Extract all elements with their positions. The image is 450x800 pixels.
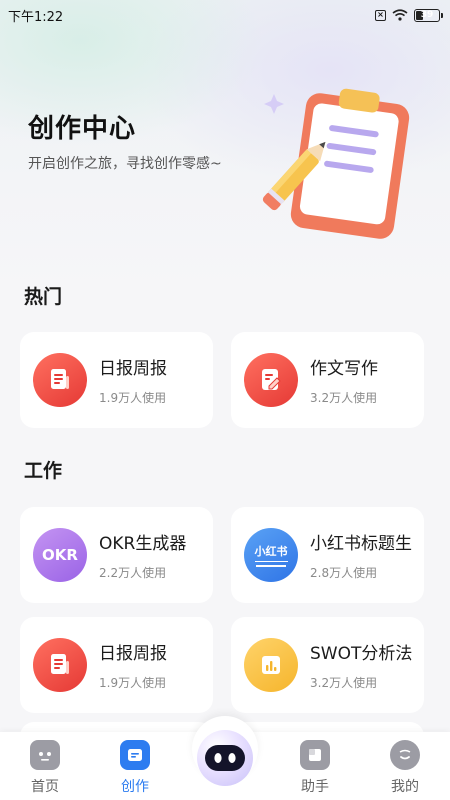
tool-name: 小红书标题生 — [310, 534, 412, 554]
tool-card-essay-writing[interactable]: 作文写作 3.2万人使用 — [231, 332, 424, 428]
tool-name: 日报周报 — [99, 644, 167, 664]
battery-level: 39 — [420, 10, 434, 20]
tab-label: 我的 — [391, 779, 419, 795]
xiaohongshu-icon-underline — [256, 565, 286, 567]
page-subtitle: 开启创作之旅，寻找创作零感~ — [28, 156, 222, 172]
tool-usage: 2.2万人使用 — [99, 566, 167, 580]
xiaohongshu-icon-text: 小红书 — [254, 543, 288, 563]
assistant-icon — [300, 740, 330, 770]
status-time: 下午1:22 — [8, 9, 64, 25]
clipboard-pencil-illustration — [262, 88, 410, 239]
document-icon — [33, 353, 87, 407]
tool-usage: 1.9万人使用 — [99, 391, 167, 405]
tab-label: 创作 — [121, 779, 149, 795]
tab-assistant[interactable]: 助手 — [280, 740, 350, 796]
battery-icon: 39 — [414, 8, 443, 22]
xiaohongshu-icon: 小红书 — [244, 528, 298, 582]
robot-assistant-button[interactable] — [197, 730, 253, 786]
tool-card-daily-report-work[interactable]: 日报周报 1.9万人使用 — [20, 617, 213, 713]
tool-usage: 3.2万人使用 — [310, 391, 378, 405]
tool-name: OKR生成器 — [99, 534, 187, 554]
edit-document-icon — [244, 353, 298, 407]
tool-card-okr-generator[interactable]: OKR OKR生成器 2.2万人使用 — [20, 507, 213, 603]
profile-icon — [390, 740, 420, 770]
tool-usage: 3.2万人使用 — [310, 676, 378, 690]
page-title: 创作中心 — [28, 114, 137, 144]
tab-create[interactable]: 创作 — [100, 740, 170, 796]
status-bar: 下午1:22 × 39 — [0, 0, 450, 30]
tab-home[interactable]: 首页 — [10, 740, 80, 796]
sim-off-icon: × — [375, 9, 386, 21]
tool-usage: 2.8万人使用 — [310, 566, 378, 580]
robot-assistant-icon — [205, 745, 245, 771]
status-icons: × 39 — [375, 8, 443, 22]
section-title-hot: 热门 — [24, 286, 63, 308]
tool-name: 作文写作 — [310, 359, 378, 379]
okr-icon: OKR — [33, 528, 87, 582]
chart-icon — [244, 638, 298, 692]
create-icon — [120, 740, 150, 770]
tab-label: 助手 — [301, 779, 329, 795]
tool-card-swot-analysis[interactable]: SWOT分析法 3.2万人使用 — [231, 617, 424, 713]
tool-name: 日报周报 — [99, 359, 167, 379]
tool-usage: 1.9万人使用 — [99, 676, 167, 690]
section-title-work: 工作 — [24, 460, 63, 482]
tab-profile[interactable]: 我的 — [370, 740, 440, 796]
okr-icon-text: OKR — [42, 546, 78, 564]
tool-name: SWOT分析法 — [310, 644, 413, 664]
document-icon — [33, 638, 87, 692]
tool-card-daily-report[interactable]: 日报周报 1.9万人使用 — [20, 332, 213, 428]
wifi-icon — [392, 9, 408, 21]
tool-card-xiaohongshu-title[interactable]: 小红书 小红书标题生 2.8万人使用 — [231, 507, 424, 603]
home-icon — [30, 740, 60, 770]
tab-label: 首页 — [31, 779, 59, 795]
